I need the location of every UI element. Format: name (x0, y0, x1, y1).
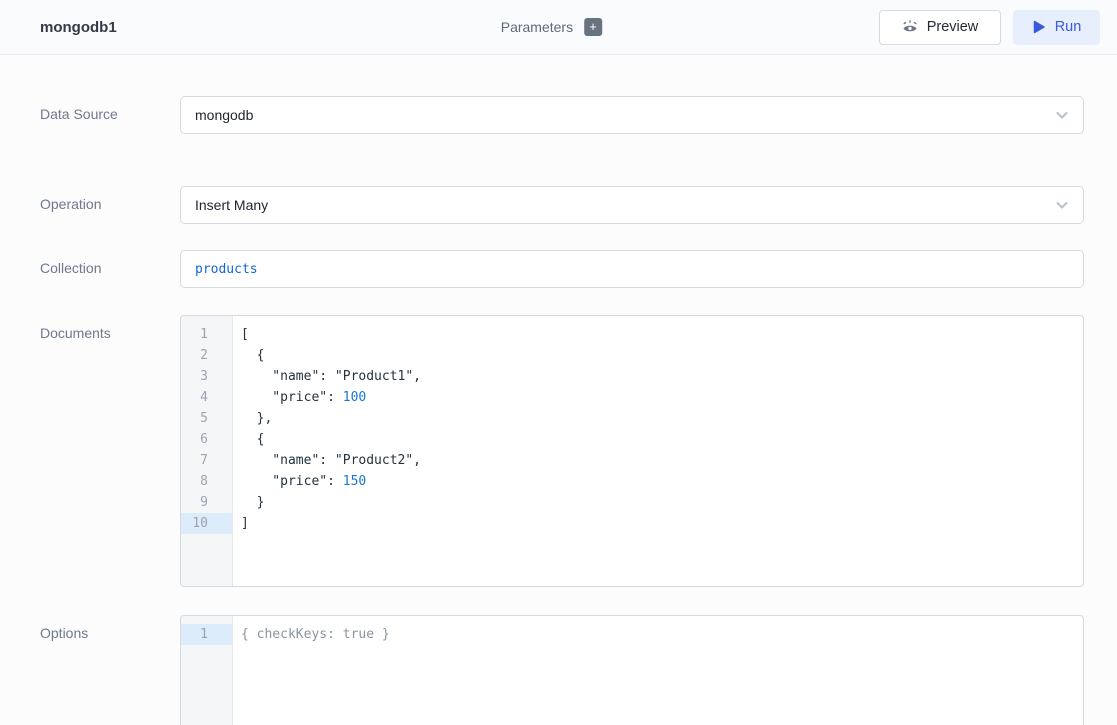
code-token: "name": "Product1", (241, 369, 421, 384)
operation-value: Insert Many (195, 197, 1053, 213)
line-number: 2 (181, 345, 232, 366)
line-number-gutter: 12345678910 (181, 316, 233, 586)
collection-value: products (195, 262, 258, 277)
code-token: "price": (241, 390, 343, 405)
query-header: mongodb1 Parameters + Preview (0, 0, 1117, 55)
run-label: Run (1055, 19, 1082, 35)
data-source-select[interactable]: mongodb (180, 96, 1084, 134)
code-token: { checkKeys: true } (241, 627, 390, 642)
code-token: "name": "Product2", (241, 453, 421, 468)
code-token: { (241, 348, 264, 363)
line-number: 1 (181, 324, 232, 345)
line-number: 3 (181, 366, 232, 387)
line-number: 4 (181, 387, 232, 408)
code-line[interactable]: { checkKeys: true } (241, 624, 1083, 645)
code-line[interactable]: { (241, 345, 1083, 366)
code-line[interactable]: [ (241, 324, 1083, 345)
chevron-down-icon (1053, 106, 1071, 124)
field-label-collection: Collection (40, 250, 180, 276)
code-line[interactable]: "name": "Product2", (241, 450, 1083, 471)
query-name: mongodb1 (40, 19, 117, 36)
line-number: 1 (181, 624, 232, 645)
field-label-options: Options (40, 615, 180, 641)
operation-select[interactable]: Insert Many (180, 186, 1084, 224)
plus-icon: + (589, 19, 597, 35)
line-number: 5 (181, 408, 232, 429)
code-line[interactable]: "price": 150 (241, 471, 1083, 492)
code-token: { (241, 432, 264, 447)
line-number: 9 (181, 492, 232, 513)
run-button[interactable]: Run (1013, 10, 1100, 45)
code-token: }, (241, 411, 272, 426)
add-parameter-button[interactable]: + (584, 18, 602, 36)
code-token: ] (241, 516, 249, 531)
parameters-section: Parameters + (501, 18, 602, 36)
code-line[interactable]: "price": 100 (241, 387, 1083, 408)
code-line[interactable]: "name": "Product1", (241, 366, 1083, 387)
code-line[interactable]: ] (241, 513, 1083, 534)
documents-editor[interactable]: 12345678910 [ { "name": "Product1", "pri… (180, 315, 1084, 587)
code-line[interactable]: { (241, 429, 1083, 450)
line-number: 10 (181, 513, 232, 534)
code-line[interactable]: } (241, 492, 1083, 513)
play-icon (1032, 20, 1046, 34)
eye-icon (902, 19, 918, 35)
code-token: } (241, 495, 264, 510)
code-token: "price": (241, 474, 343, 489)
preview-label: Preview (927, 19, 979, 35)
header-actions: Preview Run (879, 10, 1100, 45)
parameters-label: Parameters (501, 19, 573, 35)
operation-row: Operation Insert Many (40, 186, 1084, 224)
code-token: 150 (343, 474, 366, 489)
preview-button[interactable]: Preview (879, 10, 1001, 45)
chevron-down-icon (1053, 196, 1071, 214)
line-number: 8 (181, 471, 232, 492)
field-label-documents: Documents (40, 315, 180, 341)
field-label-data-source: Data Source (40, 96, 180, 122)
collection-input[interactable]: products (180, 250, 1084, 288)
options-editor[interactable]: 1 { checkKeys: true } (180, 615, 1084, 725)
line-number: 7 (181, 450, 232, 471)
code-area[interactable]: { checkKeys: true } (233, 616, 1083, 725)
data-source-row: Data Source mongodb (40, 96, 1084, 134)
collection-row: Collection products (40, 250, 1084, 288)
line-number: 6 (181, 429, 232, 450)
code-area[interactable]: [ { "name": "Product1", "price": 100 }, … (233, 316, 1083, 586)
field-label-operation: Operation (40, 186, 180, 212)
options-row: Options 1 { checkKeys: true } (40, 615, 1084, 725)
data-source-value: mongodb (195, 107, 1053, 123)
code-token: [ (241, 327, 249, 342)
query-form: Data Source mongodb Operation Insert Man… (0, 96, 1117, 725)
code-line[interactable]: }, (241, 408, 1083, 429)
line-number-gutter: 1 (181, 616, 233, 725)
code-token: 100 (343, 390, 366, 405)
documents-row: Documents 12345678910 [ { "name": "Produ… (40, 315, 1084, 587)
